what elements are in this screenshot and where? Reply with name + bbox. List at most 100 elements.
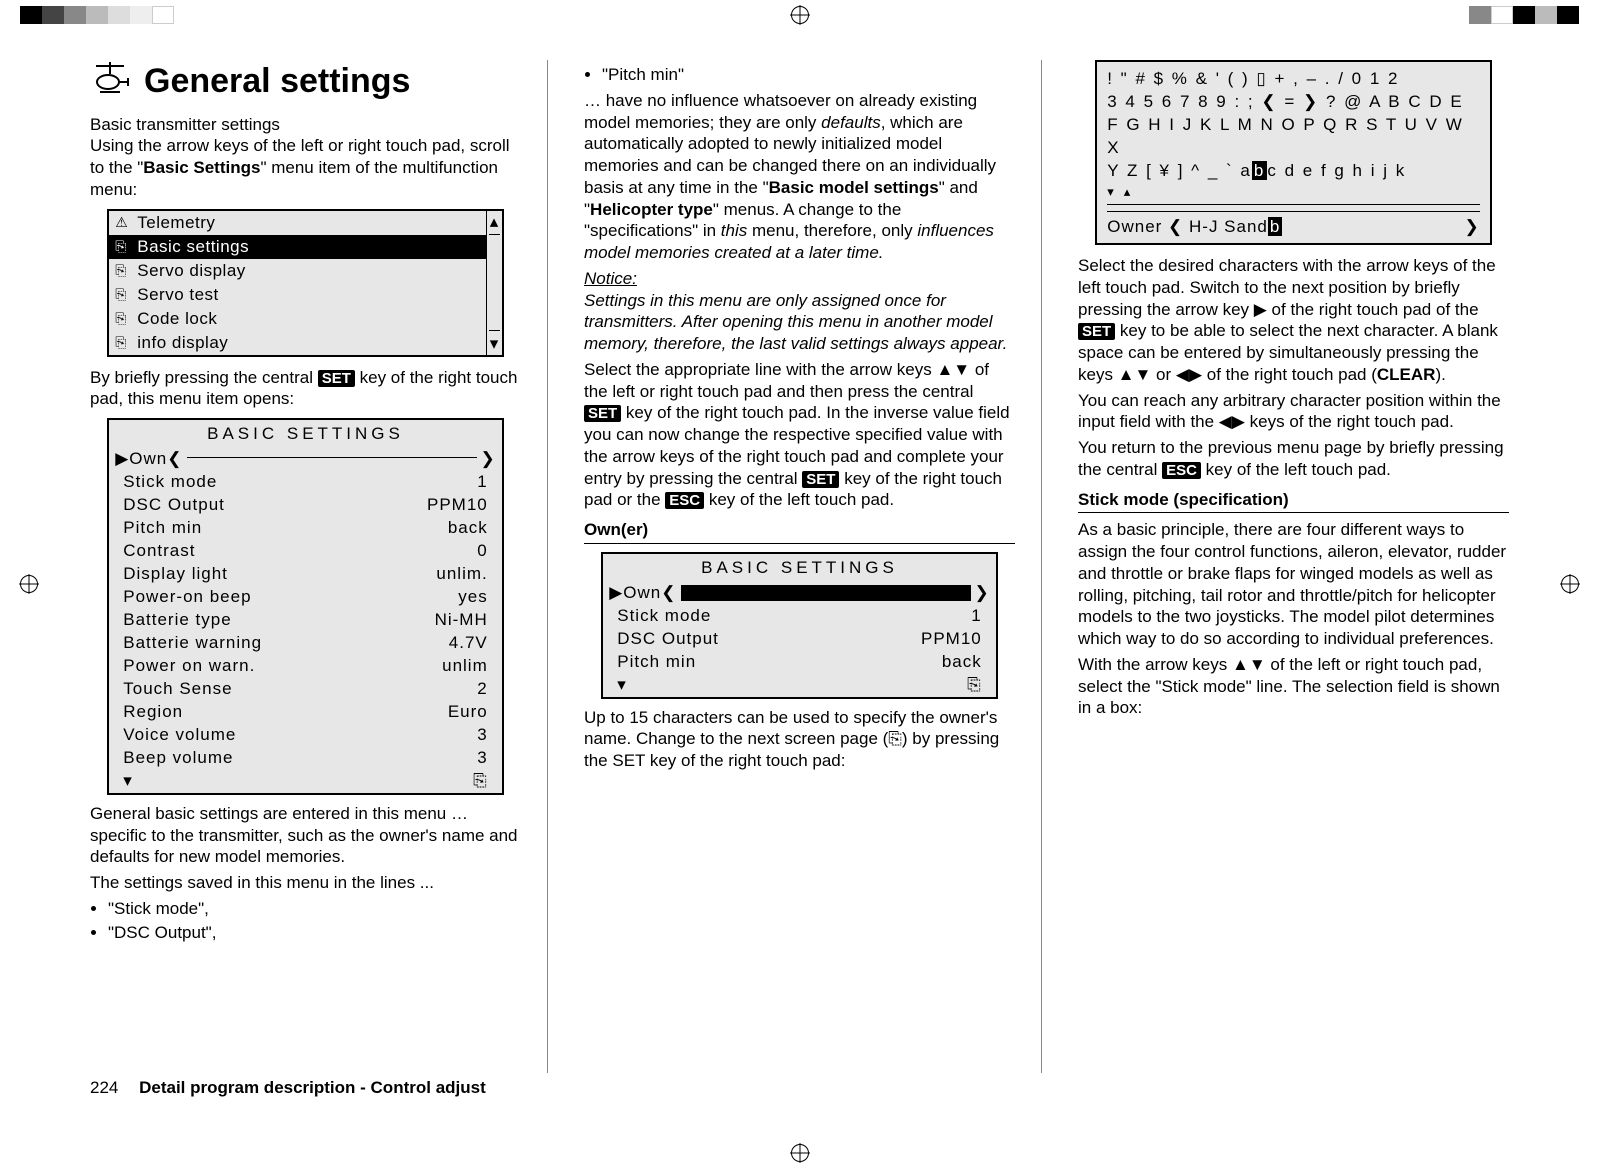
list-item: "Pitch min" xyxy=(602,64,1015,86)
esc-key-badge: ESC xyxy=(1162,462,1201,479)
settings-label: Pitch min xyxy=(617,651,912,673)
lcd-menu-label: Basic settings xyxy=(137,236,249,258)
registration-mark-right xyxy=(1561,575,1579,593)
settings-label: Region xyxy=(123,701,418,723)
settings-value: yes xyxy=(418,586,488,608)
settings-value: 3 xyxy=(418,747,488,769)
warning-icon: ⚠ xyxy=(115,214,137,232)
settings-value: 0 xyxy=(418,540,488,562)
settings-label: Beep volume xyxy=(123,747,418,769)
settings-label: DSC Output xyxy=(123,494,418,516)
page-footer: 224 Detail program description - Control… xyxy=(90,1078,486,1098)
page-subtitle: Basic transmitter settings xyxy=(90,114,521,136)
set-key-badge: SET xyxy=(318,370,355,387)
lcd-menu-label: info display xyxy=(137,332,228,354)
col3-para1: Select the desired characters with the a… xyxy=(1078,255,1509,386)
folder-icon: ⎘ xyxy=(115,310,137,328)
after-menu-text: By briefly pressing the central SET key … xyxy=(90,367,521,411)
settings-label: Power on warn. xyxy=(123,655,418,677)
settings-value: back xyxy=(912,651,982,673)
registration-mark-bottom xyxy=(0,1144,1599,1162)
settings-value: 4.7V xyxy=(418,632,488,654)
settings-row: Pitch minback xyxy=(109,517,502,540)
settings-label: Display light xyxy=(123,563,418,585)
col3-para2: You can reach any arbitrary character po… xyxy=(1078,390,1509,434)
section-own-header: Own(er) xyxy=(584,519,1015,544)
lcd-character-map: ! " # $ % & ' ( ) ▯ + , – . / 0 1 23 4 5… xyxy=(1095,60,1492,245)
settings-label: DSC Output xyxy=(617,628,912,650)
notice-block: Notice: Settings in this menu are only a… xyxy=(584,268,1015,355)
settings-value: 1 xyxy=(912,605,982,627)
section-stick-header: Stick mode (specification) xyxy=(1078,489,1509,514)
settings-value: Euro xyxy=(418,701,488,723)
col2-para2: Select the appropriate line with the arr… xyxy=(584,359,1015,511)
lcd-basic-settings-short: BASIC SETTINGS ▶Own❮ ❯ Stick mode1DSC Ou… xyxy=(601,552,998,699)
column-1: General settings Basic transmitter setti… xyxy=(90,60,548,1073)
settings-value: unlim. xyxy=(418,563,488,585)
settings-value: back xyxy=(418,517,488,539)
settings-row: Stick mode1 xyxy=(603,605,996,628)
col1-bullet-list: "Stick mode","DSC Output", xyxy=(90,898,521,944)
charmap-last-line: Y Z [ ¥ ] ^ _ ` abc d e f g h i j k xyxy=(1107,160,1480,183)
lcd-basic-settings-full: BASIC SETTINGS ▶Own❮ ❯ Stick mode1DSC Ou… xyxy=(107,418,504,795)
esc-key-badge: ESC xyxy=(665,492,704,509)
lcd-own-row: ▶Own❮ ❯ xyxy=(109,448,502,471)
set-key-badge: SET xyxy=(802,471,839,488)
col3-para5: With the arrow keys ▲▼ of the left or ri… xyxy=(1078,654,1509,719)
lcd-footer-row: ▾⎘ xyxy=(603,674,996,697)
lcd-menu-label: Code lock xyxy=(137,308,217,330)
lcd-own-row-selected: ▶Own❮ ❯ xyxy=(603,582,996,605)
settings-row: Contrast0 xyxy=(109,540,502,563)
settings-row: DSC OutputPPM10 xyxy=(109,494,502,517)
settings-value: unlim xyxy=(418,655,488,677)
charmap-line: 3 4 5 6 7 8 9 : ; ❮ = ❯ ? @ A B C D E xyxy=(1107,91,1480,114)
lcd-menu-item: ⎘Code lock xyxy=(109,307,486,331)
lcd-menu-label: Telemetry xyxy=(137,212,215,234)
folder-icon: ⎘ xyxy=(115,262,137,280)
intro-paragraph: Using the arrow keys of the left or righ… xyxy=(90,135,521,200)
lcd-main-menu: ⚠Telemetry⎘Basic settings⎘Servo display⎘… xyxy=(107,209,504,357)
settings-row: Batterie warning4.7V xyxy=(109,632,502,655)
col2-para1: … have no influence whatsoever on alread… xyxy=(584,90,1015,264)
col3-para3: You return to the previous menu page by … xyxy=(1078,437,1509,481)
lcd-settings-title: BASIC SETTINGS xyxy=(109,420,502,448)
page-content: General settings Basic transmitter setti… xyxy=(90,60,1509,1073)
settings-row: Pitch minback xyxy=(603,651,996,674)
lcd-menu-item: ⎘Servo display xyxy=(109,259,486,283)
charmap-line: ! " # $ % & ' ( ) ▯ + , – . / 0 1 2 xyxy=(1107,68,1480,91)
set-key-badge: SET xyxy=(1078,323,1115,340)
lcd-menu-label: Servo test xyxy=(137,284,219,306)
settings-value: PPM10 xyxy=(912,628,982,650)
col1-para-b: The settings saved in this menu in the l… xyxy=(90,872,521,894)
settings-row: Voice volume3 xyxy=(109,724,502,747)
settings-label: Power-on beep xyxy=(123,586,418,608)
settings-value: Ni-MH xyxy=(418,609,488,631)
set-key-badge: SET xyxy=(584,405,621,422)
charmap-scroll-arrows: ▾▴ xyxy=(1107,183,1480,201)
footer-text: Detail program description - Control adj… xyxy=(139,1078,486,1097)
settings-row: DSC OutputPPM10 xyxy=(603,628,996,651)
settings-row: Stick mode1 xyxy=(109,471,502,494)
settings-label: Batterie warning xyxy=(123,632,418,654)
settings-label: Voice volume xyxy=(123,724,418,746)
col2-top-bullet: "Pitch min" xyxy=(584,64,1015,86)
column-3: ! " # $ % & ' ( ) ▯ + , – . / 0 1 23 4 5… xyxy=(1078,60,1509,1073)
settings-row: Touch Sense2 xyxy=(109,678,502,701)
folder-icon: ⎘ xyxy=(115,286,137,304)
settings-label: Stick mode xyxy=(617,605,912,627)
settings-label: Pitch min xyxy=(123,517,418,539)
page-number: 224 xyxy=(90,1078,118,1098)
folder-icon: ⎘ xyxy=(115,238,137,256)
list-item: "DSC Output", xyxy=(108,922,521,944)
page-title: General settings xyxy=(144,60,410,104)
settings-value: PPM10 xyxy=(418,494,488,516)
charmap-owner-line: Owner ❮ H-J Sandb ❯ xyxy=(1107,211,1480,239)
folder-icon: ⎘ xyxy=(115,334,137,352)
lcd-menu-item: ⎘Servo test xyxy=(109,283,486,307)
settings-value: 3 xyxy=(418,724,488,746)
col1-para-a: General basic settings are entered in th… xyxy=(90,803,521,868)
registration-mark-left xyxy=(20,575,38,593)
col2-para3: Up to 15 characters can be used to speci… xyxy=(584,707,1015,772)
settings-label: Touch Sense xyxy=(123,678,418,700)
registration-mark-top xyxy=(0,6,1599,24)
